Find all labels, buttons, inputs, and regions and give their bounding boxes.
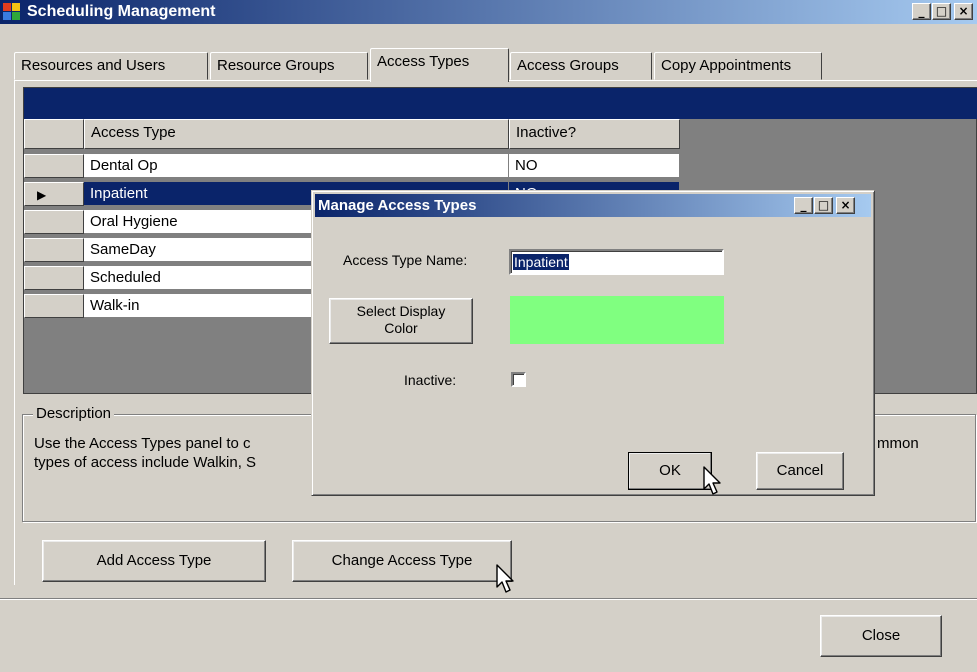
access-type-name-value: Inpatient	[513, 254, 569, 270]
manage-access-types-dialog[interactable]: Manage Access Types _ □ × Access Type Na…	[311, 190, 875, 496]
scheduling-app-icon	[3, 3, 21, 21]
ok-label: OK	[659, 462, 681, 479]
dialog-titlebar[interactable]: Manage Access Types _ □ ×	[315, 194, 871, 217]
minimize-button[interactable]: _	[912, 3, 931, 20]
close-window-button[interactable]: ×	[954, 3, 973, 20]
tab-label: Copy Appointments	[661, 57, 792, 74]
window-title: Scheduling Management	[27, 3, 216, 20]
add-access-type-button[interactable]: Add Access Type	[42, 540, 266, 582]
inactive-checkbox[interactable]	[511, 372, 526, 387]
tab-resources-and-users[interactable]: Resources and Users	[14, 52, 208, 80]
row-header[interactable]	[24, 294, 84, 318]
maximize-button[interactable]: □	[932, 3, 951, 20]
dialog-title: Manage Access Types	[318, 197, 477, 214]
tab-label: Access Groups	[517, 57, 619, 74]
row-header[interactable]	[24, 266, 84, 290]
dialog-minimize-button[interactable]: _	[794, 197, 813, 214]
window-titlebar[interactable]: Scheduling Management _ □ ×	[0, 0, 977, 24]
tab-label: Access Types	[377, 53, 470, 70]
description-line1-left: Use the Access Types panel to c	[34, 435, 251, 452]
select-display-color-line1: Select Display	[356, 303, 446, 319]
tab-resource-groups[interactable]: Resource Groups	[210, 52, 368, 80]
tab-label: Resources and Users	[21, 57, 166, 74]
display-color-swatch	[510, 296, 724, 344]
arrow-cursor-icon	[496, 564, 514, 593]
access-type-name-label: Access Type Name:	[343, 252, 468, 268]
dialog-maximize-button[interactable]: □	[814, 197, 833, 214]
ok-button[interactable]: OK	[628, 452, 712, 490]
column-header-inactive[interactable]: Inactive?	[509, 119, 680, 149]
grid-caption-bar	[24, 88, 977, 119]
row-header[interactable]	[24, 210, 84, 234]
tab-access-groups[interactable]: Access Groups	[510, 52, 652, 80]
description-line1-right: mmon	[877, 435, 919, 452]
access-type-cell[interactable]: Dental Op	[84, 154, 509, 178]
grid-corner-header	[24, 119, 84, 149]
row-header[interactable]	[24, 238, 84, 262]
column-header-access-type[interactable]: Access Type	[84, 119, 509, 149]
dialog-close-button[interactable]: ×	[836, 197, 855, 214]
close-button[interactable]: Close	[820, 615, 942, 657]
inactive-cell[interactable]: NO	[509, 154, 680, 178]
change-access-type-button[interactable]: Change Access Type	[292, 540, 512, 582]
inactive-label: Inactive:	[404, 372, 457, 388]
access-type-name-input[interactable]: Inpatient	[509, 249, 724, 275]
row-header[interactable]	[24, 154, 84, 178]
select-display-color-line2: Color	[384, 320, 418, 336]
description-legend: Description	[33, 405, 115, 422]
tab-copy-appointments[interactable]: Copy Appointments	[654, 52, 822, 80]
current-row-marker-icon[interactable]: ▶	[24, 182, 84, 206]
select-display-color-button[interactable]: Select Display Color	[329, 298, 473, 344]
cancel-button[interactable]: Cancel	[756, 452, 844, 490]
footer-divider	[0, 598, 977, 600]
tab-label: Resource Groups	[217, 57, 335, 74]
arrow-cursor-icon	[703, 466, 721, 495]
tab-access-types[interactable]: Access Types	[370, 48, 509, 82]
